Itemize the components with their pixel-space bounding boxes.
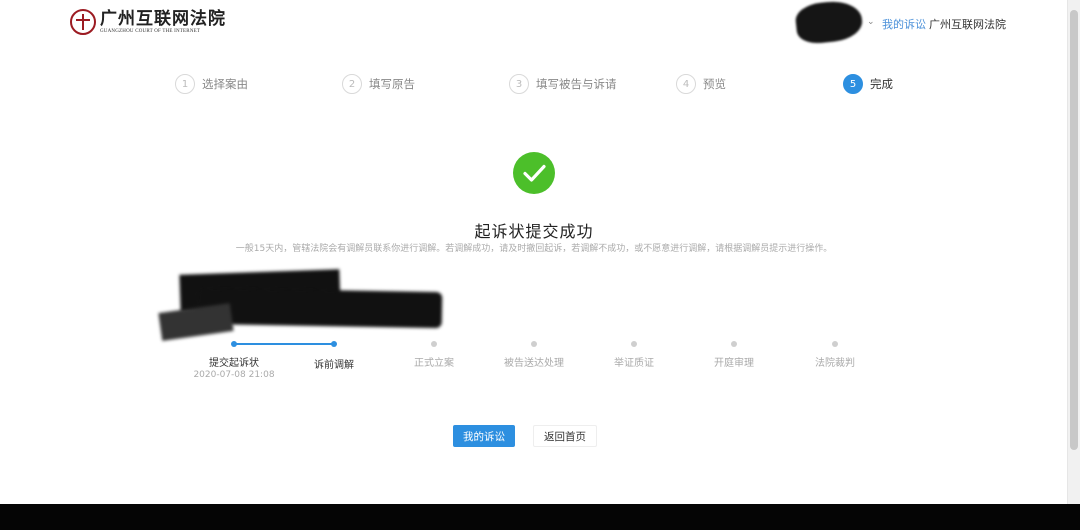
- progress-label: 法院裁判: [815, 358, 855, 369]
- step-number: 4: [676, 74, 696, 94]
- progress-label: 开庭审理: [714, 358, 754, 369]
- nav-my-cases-link[interactable]: 我的诉讼: [882, 16, 926, 32]
- progress-label: 诉前调解: [314, 360, 354, 371]
- step-2: 2 填写原告: [342, 74, 415, 94]
- nav-court-link[interactable]: 广州互联网法院: [929, 16, 1006, 32]
- step-label: 填写被告与诉请: [536, 77, 617, 91]
- step-1: 1 选择案由: [175, 74, 248, 94]
- step-number: 1: [175, 74, 195, 94]
- progress-time: 2020-07-08 21:08: [193, 370, 275, 380]
- chevron-down-icon[interactable]: ⌄: [867, 17, 875, 27]
- page: 广州互联网法院 GUANGZHOU COURT OF THE INTERNET …: [0, 0, 1080, 530]
- my-cases-button[interactable]: 我的诉讼: [453, 425, 515, 447]
- court-logo[interactable]: 广州互联网法院 GUANGZHOU COURT OF THE INTERNET: [70, 9, 226, 35]
- step-label: 预览: [703, 77, 726, 91]
- redacted-user-avatar: [794, 0, 864, 46]
- header: 广州互联网法院 GUANGZHOU COURT OF THE INTERNET …: [0, 0, 1068, 48]
- logo-subtitle: GUANGZHOU COURT OF THE INTERNET: [100, 28, 201, 34]
- step-number: 3: [509, 74, 529, 94]
- progress-label: 举证质证: [614, 358, 654, 369]
- success-description: 一般15天内，管辖法院会有调解员联系你进行调解。若调解成功，请及时撤回起诉，若调…: [235, 244, 833, 254]
- redacted-case-info: [197, 287, 443, 329]
- step-number: 5: [843, 74, 863, 94]
- vertical-scrollbar[interactable]: [1067, 0, 1080, 504]
- step-5-active: 5 完成: [843, 74, 893, 94]
- step-4: 4 预览: [676, 74, 726, 94]
- step-3: 3 填写被告与诉请: [509, 74, 617, 94]
- success-title: 起诉状提交成功: [474, 222, 594, 241]
- progress-label: 被告送达处理: [504, 358, 564, 369]
- progress-dot: [231, 341, 237, 347]
- footer-bar: [0, 504, 1080, 530]
- progress-line-complete: [234, 343, 334, 345]
- logo-text: 广州互联网法院 GUANGZHOU COURT OF THE INTERNET: [100, 10, 226, 35]
- step-label: 选择案由: [202, 77, 248, 91]
- progress-label: 提交起诉状: [209, 358, 259, 369]
- progress-dot: [631, 341, 637, 347]
- progress-dot: [331, 341, 337, 347]
- step-label: 完成: [870, 77, 893, 91]
- progress-dot: [731, 341, 737, 347]
- redacted-case-info: [158, 303, 234, 341]
- scrollbar-thumb[interactable]: [1070, 10, 1078, 450]
- progress-dot: [832, 341, 838, 347]
- back-home-button[interactable]: 返回首页: [533, 425, 597, 447]
- logo-name: 广州互联网法院: [100, 8, 226, 29]
- success-check-icon: [513, 152, 555, 194]
- progress-dot: [431, 341, 437, 347]
- court-emblem-icon: [70, 9, 96, 35]
- progress-dot: [531, 341, 537, 347]
- step-label: 填写原告: [369, 77, 415, 91]
- progress-label: 正式立案: [414, 358, 454, 369]
- step-number: 2: [342, 74, 362, 94]
